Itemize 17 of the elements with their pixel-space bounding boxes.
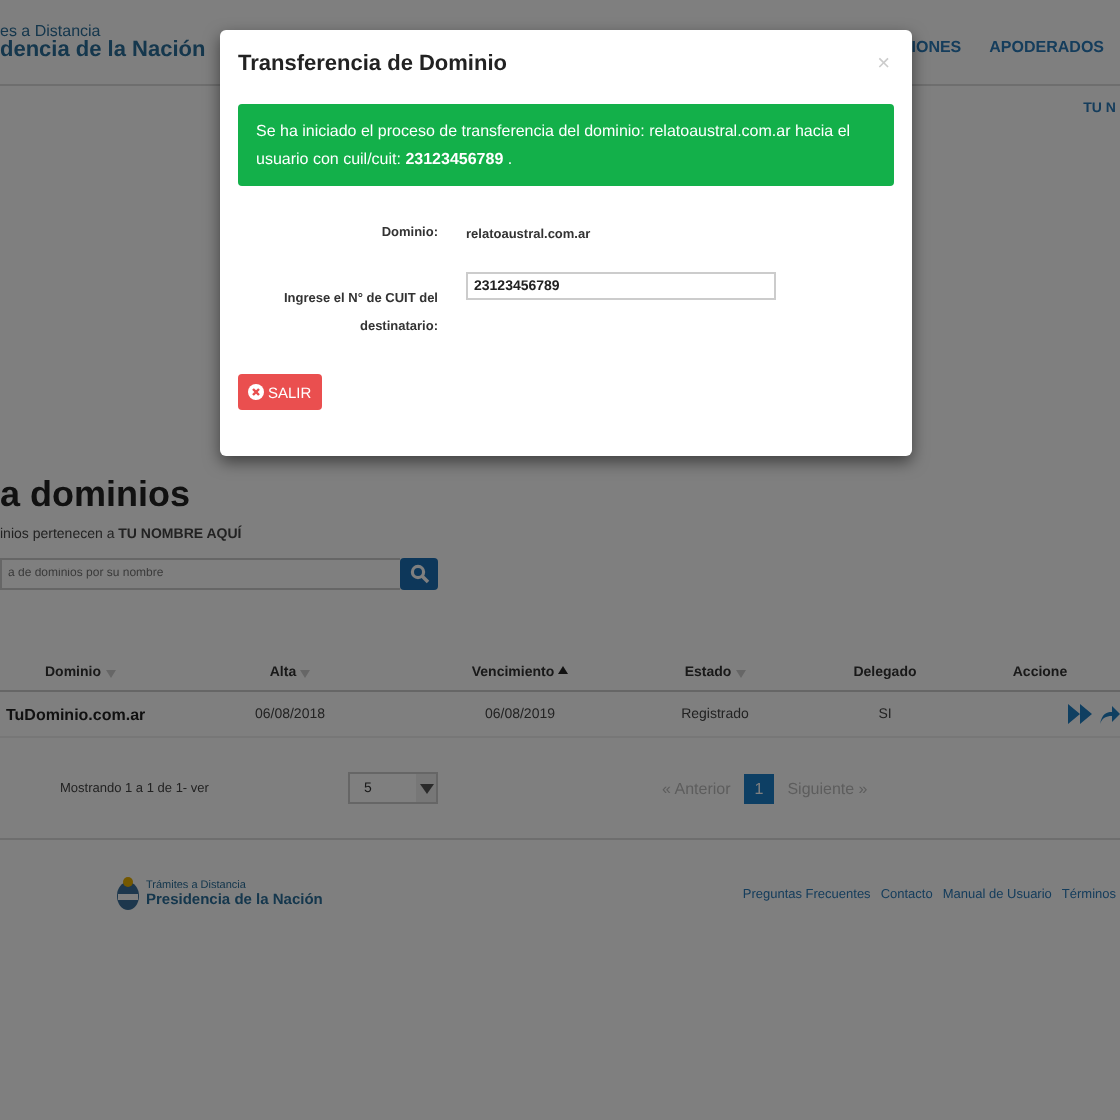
caret-icon xyxy=(419,783,433,793)
nav-link[interactable]: APODERADOS xyxy=(989,37,1104,55)
close-button[interactable]: × xyxy=(873,52,894,76)
close-circle-icon xyxy=(248,384,264,400)
modal-title: Transferencia de Dominio xyxy=(238,52,507,76)
share-arrow-icon[interactable] xyxy=(1100,704,1120,724)
brand-title: dencia de la Nación xyxy=(0,39,206,61)
success-alert: Se ha iniciado el proceso de transferencia del dominio: relatoaustral.com.ar hacia el usuario con cuil/cuit: 23123456789 . xyxy=(238,104,894,186)
table-cell: TuDominio.com.ar xyxy=(6,705,146,723)
emblem-icon xyxy=(116,876,140,912)
page-title: a dominios xyxy=(0,472,193,516)
brand-subtitle: es a Distancia xyxy=(0,23,103,39)
search-icon xyxy=(409,564,429,584)
search-button[interactable] xyxy=(400,558,438,590)
fast-forward-icon[interactable] xyxy=(1068,704,1092,724)
nav-link[interactable]: IONES xyxy=(911,37,962,55)
pagination-link[interactable]: 1 xyxy=(744,773,774,803)
